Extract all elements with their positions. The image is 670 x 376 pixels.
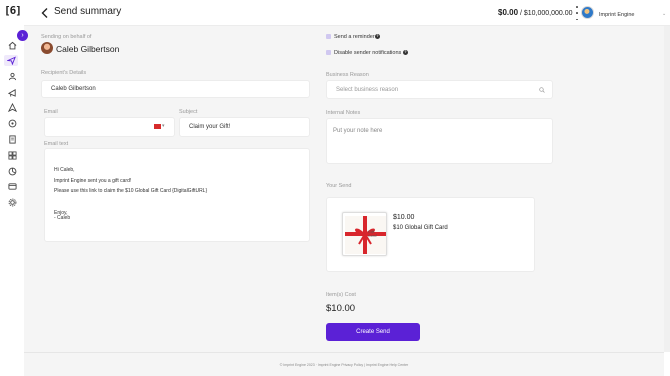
balance-limit: $10,000,000.00 <box>523 10 573 17</box>
email-line: - Caleb <box>54 215 71 221</box>
analytics-icon[interactable] <box>6 166 18 176</box>
business-reason-label: Business Reason <box>326 72 369 78</box>
email-text-label: Email text <box>44 141 69 147</box>
disable-notifications-label: Disable sender notifications <box>334 50 402 56</box>
sidebar: [6] <box>0 0 24 376</box>
your-send-label: Your Send <box>326 183 352 189</box>
subject-field[interactable]: Claim your Gift! <box>179 117 310 137</box>
balance-display: $0.00 / $10,000,000.00 <box>498 8 573 17</box>
more-options-icon[interactable] <box>575 6 579 20</box>
settings-icon[interactable] <box>6 197 18 207</box>
app-logo[interactable]: [6] <box>4 4 22 17</box>
cost-label: Item(s) Cost <box>326 292 356 298</box>
reminder-checkbox[interactable] <box>326 34 331 39</box>
home-icon[interactable] <box>6 40 18 50</box>
country-flag-icon[interactable] <box>154 124 161 129</box>
top-header: Send summary $0.00 / $10,000,000.00 Impr… <box>24 0 670 26</box>
cost-value: $10.00 <box>326 303 356 314</box>
integrations-icon[interactable] <box>6 118 18 128</box>
disable-notifications-checkbox[interactable] <box>326 50 331 55</box>
sidebar-toggle-button[interactable]: › <box>17 30 28 41</box>
chevron-down-icon[interactable]: ⌄ <box>662 11 666 17</box>
campaigns-icon[interactable] <box>6 87 18 97</box>
contacts-icon[interactable] <box>6 71 18 81</box>
internal-notes-label: Internal Notes <box>326 110 361 116</box>
gift-card-image: Gift Card <box>342 212 387 256</box>
subject-value: Claim your Gift! <box>189 124 231 130</box>
email-line: Hi Caleb, <box>54 167 75 173</box>
internal-notes-placeholder: Put your note here <box>333 128 383 134</box>
sender-name: Caleb Gilbertson <box>56 44 120 54</box>
orders-icon[interactable] <box>6 134 18 144</box>
wallet-icon[interactable] <box>6 181 18 191</box>
send-item-card: Gift Card $10.00 $10 Global Gift Card <box>326 197 535 272</box>
scrollbar[interactable] <box>664 26 670 352</box>
balance-amount: $0.00 <box>498 8 519 17</box>
gift-name: $10 Global Gift Card <box>393 225 448 231</box>
catalog-icon[interactable] <box>6 150 18 160</box>
automations-icon[interactable] <box>6 102 18 112</box>
recipient-label: Recipient's Details <box>41 70 87 76</box>
footer-text[interactable]: © Imprint Engine 2023 · Imprint Engine P… <box>24 363 664 367</box>
send-icon[interactable] <box>4 55 18 66</box>
org-name[interactable]: Imprint Engine <box>599 12 634 18</box>
sender-avatar <box>41 42 53 54</box>
footer: © Imprint Engine 2023 · Imprint Engine P… <box>24 352 664 376</box>
gift-thumb-text: Gift Card <box>368 230 377 238</box>
email-line: Please use this link to claim the $10 Gl… <box>54 188 208 194</box>
page-title: Send summary <box>54 6 122 17</box>
email-label: Email <box>44 109 58 115</box>
help-icon[interactable]: ? <box>403 50 408 55</box>
search-icon <box>539 86 545 93</box>
org-avatar[interactable] <box>581 6 594 19</box>
business-reason-select[interactable]: Select business reason <box>326 80 553 99</box>
recipient-field[interactable]: Caleb Gilbertson <box>41 80 310 98</box>
internal-notes-textarea[interactable]: Put your note here <box>326 118 553 164</box>
create-send-button[interactable]: Create Send <box>326 323 420 341</box>
recipient-value: Caleb Gilbertson <box>51 86 96 92</box>
reminder-label: Send a reminder <box>334 34 375 40</box>
help-icon[interactable]: ? <box>375 34 380 39</box>
back-arrow-icon[interactable] <box>40 7 50 19</box>
gift-price: $10.00 <box>393 214 415 221</box>
email-text-area[interactable]: Hi Caleb, Imprint Engine sent you a gift… <box>44 148 310 242</box>
business-reason-placeholder: Select business reason <box>336 86 399 93</box>
behalf-label: Sending on behalf of <box>41 34 92 40</box>
email-line: Imprint Engine sent you a gift card! <box>54 178 132 184</box>
subject-label: Subject <box>179 109 198 115</box>
flag-dropdown-icon[interactable]: ▾ <box>162 123 165 129</box>
